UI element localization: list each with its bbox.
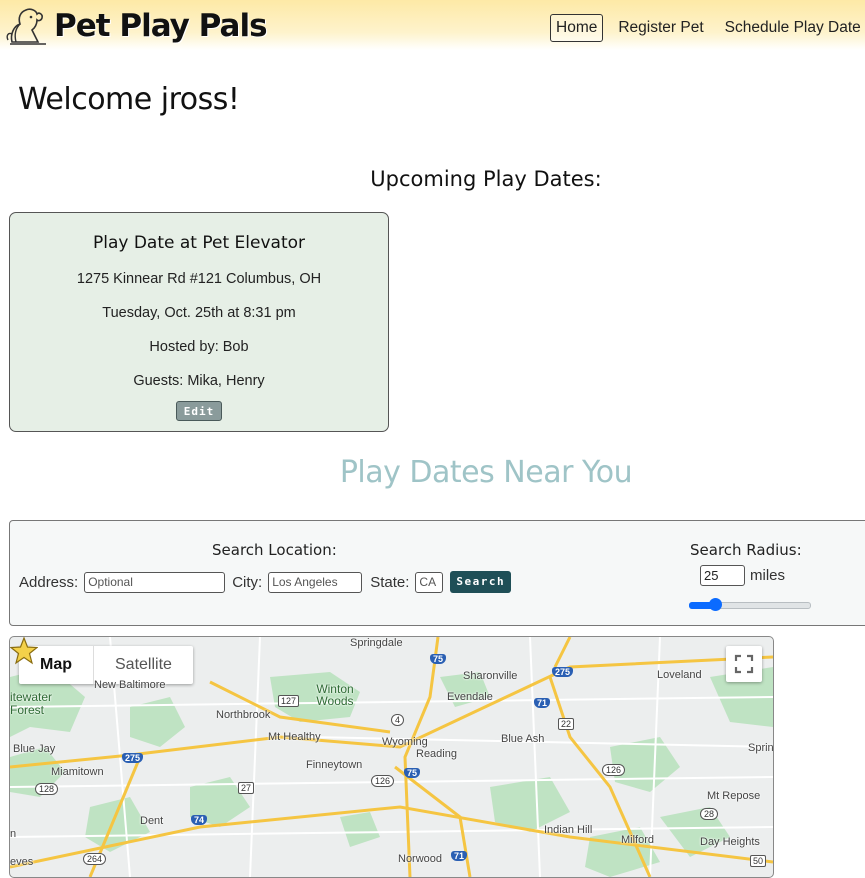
map-place-label: Sharonville (463, 670, 518, 682)
play-date-address: 1275 Kinnear Rd #121 Columbus, OH (76, 271, 322, 287)
road-shield: 4 (391, 714, 405, 726)
map-place-label: Blue Jay (13, 743, 56, 755)
road-shield: 275 (552, 667, 574, 677)
map-place-label: Indian Hill (544, 824, 593, 836)
play-date-title: Play Date at Pet Elevator (92, 233, 305, 253)
nav-home[interactable]: Home (550, 14, 604, 42)
state-input[interactable]: CA (415, 571, 444, 593)
road-shield: 275 (122, 753, 144, 763)
road-shield: 264 (83, 853, 107, 865)
map-place-label: Loveland (657, 669, 702, 681)
road-shield: 71 (534, 698, 551, 708)
map-place-label: Winton Woods (316, 682, 354, 708)
play-dates-near-you-title: Play Dates Near You (339, 455, 633, 490)
map-place-label: Mt Healthy (268, 731, 321, 743)
search-radius-title: Search Radius: (690, 541, 802, 559)
map-place-label: Sprin (748, 742, 774, 754)
play-date-card: Play Date at Pet Elevator 1275 Kinnear R… (9, 212, 389, 432)
radius-row: 25 miles (700, 565, 791, 586)
map-place-label: Norwood (398, 853, 443, 865)
radius-unit-label: miles (750, 567, 786, 584)
dog-logo-icon (6, 8, 46, 45)
radius-slider[interactable] (689, 598, 811, 611)
map-place-label: Mt Repose (707, 790, 761, 802)
address-input[interactable]: Optional (84, 571, 226, 593)
map-place-label: Evendale (447, 691, 493, 703)
map-place-label: Forest (10, 703, 45, 717)
search-location-title: Search Location: (212, 541, 337, 559)
road-shield: 126 (602, 764, 626, 776)
top-nav-bar: Pet Play Pals Home Register Pet Schedule… (0, 0, 865, 50)
map-place-label: Reading (416, 748, 457, 760)
road-shield: 75 (404, 768, 421, 778)
slider-thumb[interactable] (709, 598, 723, 611)
logo[interactable]: Pet Play Pals (6, 4, 268, 48)
map-place-label: Blue Ash (501, 733, 545, 745)
nav-schedule-play-date[interactable]: Schedule Play Date (719, 14, 865, 42)
play-date-host: Hosted by: Bob (149, 339, 249, 355)
fullscreen-button[interactable] (726, 646, 762, 682)
map-place-label: eves (10, 856, 34, 868)
map-place-label: itewater (10, 690, 53, 704)
map-place-label: Northbrook (216, 709, 271, 721)
search-panel: Search Location: Address: Optional City:… (9, 520, 865, 626)
map-place-label: Wyoming (382, 736, 428, 748)
road-shield: 71 (451, 851, 468, 861)
road-shield: 27 (238, 782, 255, 794)
play-date-guests: Guests: Mika, Henry (133, 373, 265, 389)
city-input[interactable]: Los Angeles (268, 571, 363, 593)
road-shield: 127 (278, 695, 300, 707)
map-place-label: Miamitown (51, 766, 104, 778)
city-label: City: (232, 573, 263, 591)
road-shield: 50 (750, 855, 767, 867)
map-place-label: n (10, 828, 17, 840)
map-place-label: Dent (140, 815, 164, 827)
road-shield: 128 (35, 783, 59, 795)
road-shield: 28 (700, 808, 719, 820)
map-place-label: New Baltimore (94, 679, 166, 691)
address-label: Address: (19, 573, 79, 591)
map-place-label: Milford (621, 834, 655, 846)
road-shield: 126 (371, 775, 395, 787)
edit-button[interactable]: Edit (176, 401, 222, 421)
search-button[interactable]: Search (450, 571, 512, 593)
radius-input[interactable]: 25 (700, 565, 745, 586)
map-place-label: Finneytown (306, 759, 363, 771)
play-date-datetime: Tuesday, Oct. 25th at 8:31 pm (102, 305, 296, 321)
map[interactable]: Map Satellite Springdale Sharonville Lov… (9, 636, 774, 878)
fullscreen-icon (734, 654, 754, 674)
welcome-heading: Welcome jross! (18, 82, 240, 117)
logo-text: Pet Play Pals (54, 8, 268, 44)
play-date-star-marker-icon[interactable] (10, 637, 38, 665)
map-place-label: Springdale (350, 637, 403, 649)
map-place-label: Day Heights (700, 836, 760, 848)
nav-register-pet[interactable]: Register Pet (612, 14, 709, 42)
main-nav: Home Register Pet Schedule Play Date (550, 14, 865, 42)
state-label: State: (370, 573, 410, 591)
road-shield: 22 (558, 718, 575, 730)
upcoming-play-dates-title: Upcoming Play Dates: (370, 167, 602, 191)
road-shield: 74 (191, 815, 208, 825)
road-shield: 75 (430, 654, 447, 664)
search-location-form: Address: Optional City: Los Angeles Stat… (19, 571, 512, 593)
